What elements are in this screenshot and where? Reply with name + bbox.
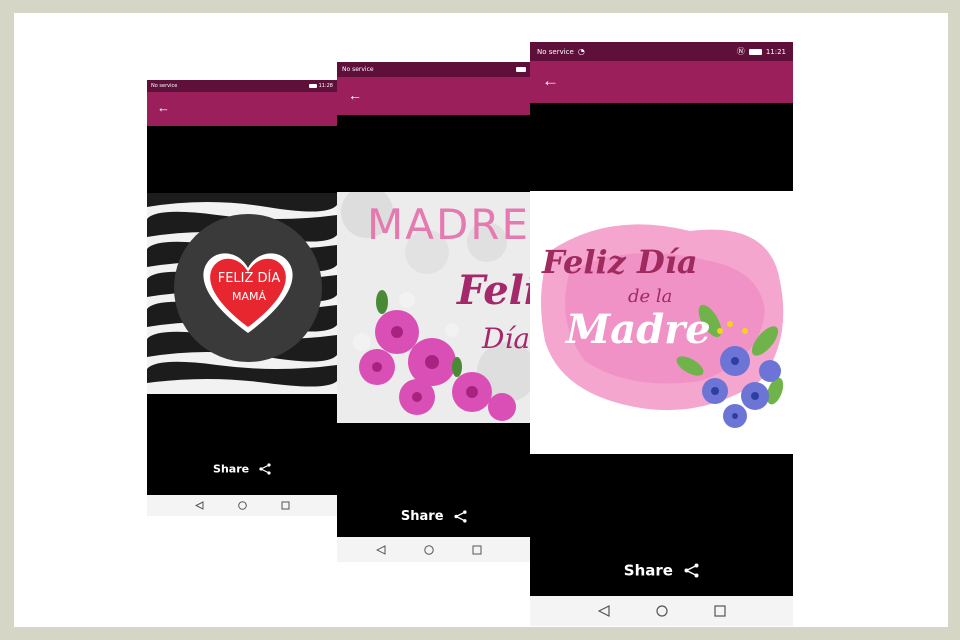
nav-recents-icon[interactable] <box>281 501 290 510</box>
image-viewer: MADRE Feli Día Share <box>337 115 531 537</box>
no-service-text: No service <box>342 66 374 73</box>
share-label: Share <box>400 509 444 524</box>
wifi-icon: ◔ <box>577 47 585 56</box>
share-icon <box>259 463 271 475</box>
app-bar: ← <box>337 77 531 115</box>
nav-home-icon[interactable] <box>237 501 247 510</box>
battery-icon <box>748 48 762 55</box>
nav-bar <box>147 495 337 516</box>
status-bar: No service 11:28 <box>147 80 337 92</box>
card-text-line1: Feliz Día <box>542 243 698 281</box>
nav-bar <box>530 596 793 626</box>
nav-home-icon[interactable] <box>424 544 434 555</box>
card-text-line3: Madre <box>566 306 711 353</box>
card-text-line2: MAMÁ <box>231 290 267 303</box>
image-viewer: FELIZ DÍA MAMÁ Share <box>147 126 337 495</box>
image-viewer: Feliz Día de la Madre Share <box>530 103 793 596</box>
battery-icon <box>308 84 317 88</box>
card-image-right[interactable]: Feliz Día de la Madre <box>530 191 793 454</box>
card-text-line2: de la <box>628 286 673 307</box>
status-time: 11:28 <box>318 83 333 89</box>
nav-back-icon[interactable] <box>597 605 610 617</box>
nav-home-icon[interactable] <box>655 605 668 617</box>
nfc-icon: Ⓝ <box>736 47 745 56</box>
nav-back-icon[interactable] <box>194 501 204 510</box>
card-text-line1: MADRE <box>367 200 531 249</box>
card-text-line3: Día <box>482 322 531 355</box>
share-button[interactable]: Share <box>147 462 337 476</box>
share-label: Share <box>213 462 250 476</box>
showcase-frame: No service 11:28 ← FELIZ DÍA MAMÁ Share … <box>14 13 948 627</box>
share-button[interactable]: Share <box>337 509 531 524</box>
back-arrow-icon[interactable]: ← <box>348 88 362 102</box>
share-icon <box>684 563 699 578</box>
card-image-left[interactable]: FELIZ DÍA MAMÁ <box>147 193 337 394</box>
back-arrow-icon[interactable]: ← <box>542 72 559 89</box>
card-text-line2: Feli <box>457 267 531 314</box>
nav-recents-icon[interactable] <box>713 605 726 617</box>
no-service-text: No service <box>151 83 178 89</box>
nav-bar <box>337 537 531 562</box>
share-icon <box>454 510 467 523</box>
share-label: Share <box>623 561 673 580</box>
nav-back-icon[interactable] <box>376 544 386 555</box>
app-bar: ← <box>147 92 337 126</box>
card-text-line1: FELIZ DÍA <box>217 271 281 286</box>
status-time: 11:21 <box>765 47 786 56</box>
phone-left: No service 11:28 ← FELIZ DÍA MAMÁ Share <box>147 80 337 516</box>
no-service-text: No service <box>537 47 574 56</box>
nav-recents-icon[interactable] <box>472 545 482 555</box>
share-button[interactable]: Share <box>530 561 793 580</box>
status-bar: No service ◔ Ⓝ 11:21 <box>530 42 793 61</box>
status-bar: No service <box>337 62 531 77</box>
card-image-middle[interactable]: MADRE Feli Día <box>337 192 531 423</box>
phone-middle: No service ← MADRE Feli Día Share <box>337 62 531 562</box>
back-arrow-icon[interactable]: ← <box>157 101 170 114</box>
phone-right: No service ◔ Ⓝ 11:21 ← Feliz Día de la M… <box>530 42 793 626</box>
app-bar: ← <box>530 61 793 103</box>
battery-icon <box>516 67 526 72</box>
